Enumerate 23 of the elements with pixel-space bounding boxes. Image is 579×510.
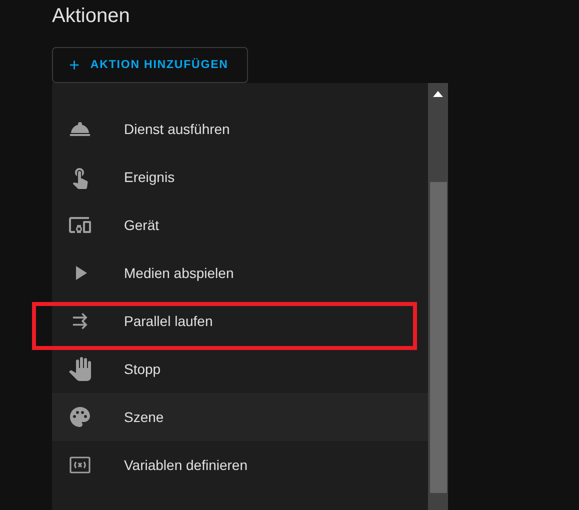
scrollbar[interactable] [428,83,448,510]
menu-item[interactable]: Dienst ausführen [52,105,428,153]
menu-item[interactable]: Stopp [52,345,428,393]
menu-item-label: Dienst ausführen [124,121,230,137]
menu-item[interactable]: Parallel laufen [52,297,428,345]
menu-item-label: Gerät [124,217,160,233]
menu-item[interactable]: Ereignis [52,153,428,201]
menu-item-label: Szene [124,409,164,425]
scrollbar-thumb[interactable] [430,182,447,493]
menu-item-label: Variablen definieren [124,457,248,473]
menu-item[interactable]: Medien abspielen [52,249,428,297]
menu-item[interactable]: Variablen definieren [52,441,428,489]
hand-icon [68,357,92,381]
add-action-button[interactable]: + AKTION HINZUFÜGEN [52,47,248,83]
menu-item-label: Medien abspielen [124,265,234,281]
menu-item[interactable]: Szene [52,393,428,441]
menu-item-label: Ereignis [124,169,175,185]
menu-item-label: Stopp [124,361,161,377]
menu-item[interactable]: Gerät [52,201,428,249]
menu-item-label: Parallel laufen [124,313,213,329]
section-title: Aktionen [52,4,131,28]
scroll-up-icon[interactable] [433,91,443,97]
palette-icon [68,405,92,429]
